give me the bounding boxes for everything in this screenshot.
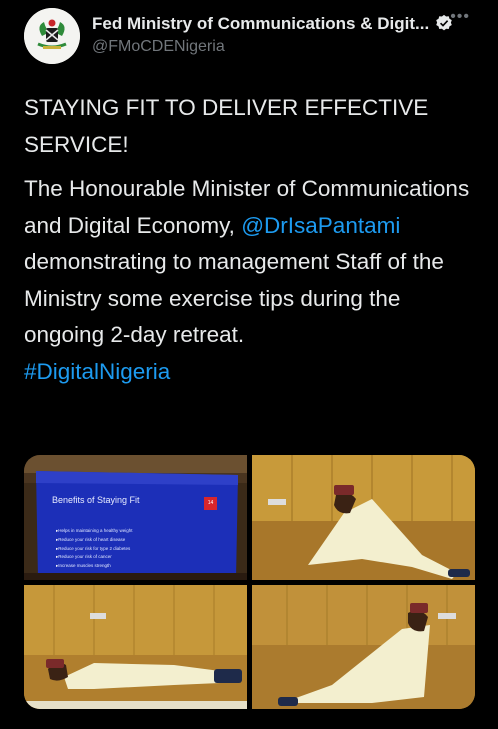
mention-link[interactable]: @DrIsaPantami <box>241 213 400 238</box>
photo-presentation-slide[interactable]: Benefits of Staying Fit 14 Helps in main… <box>24 455 247 580</box>
more-options-icon[interactable]: ••• <box>450 8 470 26</box>
hashtag-line: #DigitalNigeria <box>24 354 474 391</box>
slide-title: Benefits of Staying Fit <box>52 495 140 505</box>
photo-plank[interactable] <box>24 585 247 709</box>
tweet-headline: STAYING FIT TO DELIVER EFFECTIVE SERVICE… <box>24 95 429 157</box>
avatar[interactable] <box>24 8 80 64</box>
slide-bullets: Helps in maintaining a healthy weight Re… <box>56 527 133 571</box>
display-name[interactable]: Fed Ministry of Communications & Digit..… <box>92 14 429 33</box>
hashtag-link[interactable]: #DigitalNigeria <box>24 359 170 384</box>
tweet-header: Fed Ministry of Communications & Digit..… <box>24 8 484 64</box>
slide-bullet: Increase muscles strength <box>56 562 133 571</box>
media-grid: Benefits of Staying Fit 14 Helps in main… <box>24 455 475 709</box>
slide-bullet: Reduce your risk of heart disease <box>56 536 133 545</box>
photo-side-plank-close[interactable] <box>252 585 475 709</box>
tweet-body: The Honourable Minister of Communication… <box>24 171 474 354</box>
slide-bullet: Helps in maintaining a healthy weight <box>56 527 132 536</box>
slide-page-number: 14 <box>204 497 217 510</box>
coat-of-arms-icon <box>24 8 80 64</box>
photo-side-plank[interactable] <box>252 455 475 580</box>
account-handle[interactable]: @FMoCDENigeria <box>92 38 225 56</box>
tweet-text: STAYING FIT TO DELIVER EFFECTIVE SERVICE… <box>24 90 474 390</box>
slide-bullet: Reduce your risk for type 2 diabetes <box>56 545 133 554</box>
slide-bullet: Reduce your risk of cancer <box>56 553 133 562</box>
tweet-body-end: demonstrating to management Staff of the… <box>24 249 444 347</box>
